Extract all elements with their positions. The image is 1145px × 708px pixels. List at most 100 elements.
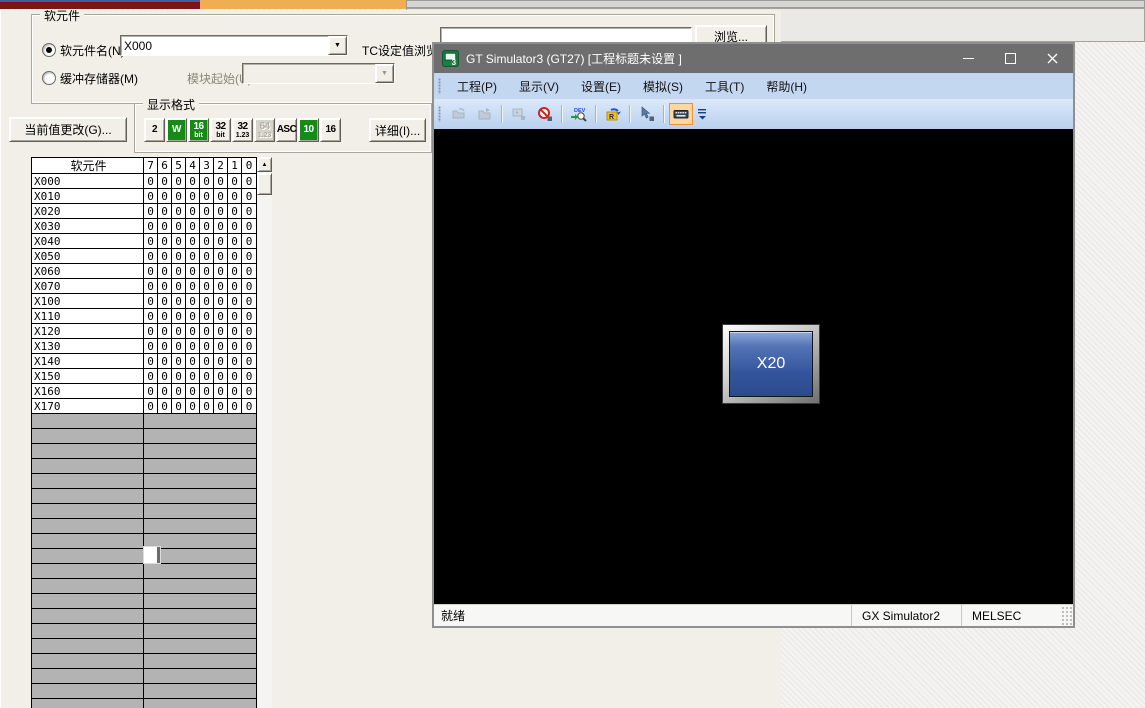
bit-cell[interactable]: 0 xyxy=(186,354,200,369)
bit-cell[interactable]: 0 xyxy=(200,189,214,204)
table-row[interactable]: X140 0 0 0 0 0 0 0 0 xyxy=(32,354,256,369)
scroll-up-button[interactable]: ▲ xyxy=(257,157,272,172)
bit-cell[interactable]: 0 xyxy=(172,234,186,249)
device-name-cell[interactable]: X050 xyxy=(32,249,144,264)
bit-cell[interactable]: 0 xyxy=(214,339,228,354)
hmi-x20-button[interactable]: X20 xyxy=(722,324,820,404)
option-tool-icon[interactable] xyxy=(635,103,659,125)
bit-cell[interactable]: 0 xyxy=(172,399,186,414)
bit-cell[interactable]: 0 xyxy=(242,354,256,369)
bit-cell[interactable]: 0 xyxy=(186,324,200,339)
table-scrollbar[interactable]: ▲ xyxy=(257,157,272,708)
bit-cell[interactable]: 0 xyxy=(186,294,200,309)
bit-cell[interactable]: 0 xyxy=(172,324,186,339)
format-hex-button[interactable]: 16 xyxy=(320,118,341,142)
bit-cell[interactable]: 0 xyxy=(228,264,242,279)
bit-cell[interactable]: 0 xyxy=(172,189,186,204)
table-row[interactable]: X030 0 0 0 0 0 0 0 0 xyxy=(32,219,256,234)
bit-cell[interactable]: 0 xyxy=(144,294,158,309)
bit-cell[interactable]: 0 xyxy=(144,309,158,324)
bit-cell[interactable]: 0 xyxy=(186,174,200,189)
table-row[interactable]: X120 0 0 0 0 0 0 0 0 xyxy=(32,324,256,339)
bit-cell[interactable]: 0 xyxy=(158,294,172,309)
bit-cell[interactable]: 0 xyxy=(228,279,242,294)
bit-cell[interactable]: 0 xyxy=(158,264,172,279)
table-row[interactable]: X040 0 0 0 0 0 0 0 0 xyxy=(32,234,256,249)
bit-cell[interactable]: 0 xyxy=(214,219,228,234)
keyboard-icon[interactable] xyxy=(669,103,693,125)
bit-cell[interactable]: 0 xyxy=(214,294,228,309)
maximize-button[interactable] xyxy=(989,44,1031,73)
bit-cell[interactable]: 0 xyxy=(144,279,158,294)
empty-table-row[interactable] xyxy=(32,594,256,609)
empty-table-row[interactable] xyxy=(32,669,256,684)
bit-cell[interactable]: 0 xyxy=(186,264,200,279)
menu-item[interactable]: 显示(V) xyxy=(508,74,570,99)
bit-cell[interactable]: 0 xyxy=(200,174,214,189)
bit-cell[interactable]: 0 xyxy=(186,189,200,204)
gt-titlebar[interactable]: 3 GT Simulator3 (GT27) [工程标题未设置 ] xyxy=(434,44,1073,73)
empty-table-row[interactable] xyxy=(32,699,256,708)
bit-cell[interactable]: 0 xyxy=(242,249,256,264)
format-ascii-button[interactable]: ASC xyxy=(276,118,297,142)
bit-cell[interactable]: 0 xyxy=(172,249,186,264)
bit-cell[interactable]: 0 xyxy=(186,219,200,234)
bit-cell[interactable]: 0 xyxy=(186,399,200,414)
bit-cell[interactable]: 0 xyxy=(200,339,214,354)
format-word-button[interactable]: W xyxy=(166,118,187,142)
bit-cell[interactable]: 0 xyxy=(172,354,186,369)
bit-cell[interactable]: 0 xyxy=(158,279,172,294)
bit-cell[interactable]: 0 xyxy=(242,189,256,204)
empty-table-row[interactable] xyxy=(32,624,256,639)
bit-cell[interactable]: 0 xyxy=(214,279,228,294)
buffer-memory-radio[interactable] xyxy=(42,71,56,85)
communication-restart-icon[interactable]: R xyxy=(601,103,625,125)
bit-cell[interactable]: 0 xyxy=(158,204,172,219)
bit-cell[interactable]: 0 xyxy=(242,369,256,384)
bit-cell[interactable]: 0 xyxy=(200,204,214,219)
bit-cell[interactable]: 0 xyxy=(158,219,172,234)
empty-table-row[interactable] xyxy=(32,579,256,594)
close-button[interactable] xyxy=(1031,44,1073,73)
empty-table-row[interactable] xyxy=(32,609,256,624)
format-binary-button[interactable]: 2 xyxy=(144,118,165,142)
bit-cell[interactable]: 0 xyxy=(228,234,242,249)
bit-cell[interactable]: 0 xyxy=(228,399,242,414)
bit-cell[interactable]: 0 xyxy=(242,174,256,189)
bit-cell[interactable]: 0 xyxy=(172,219,186,234)
bit-cell[interactable]: 0 xyxy=(228,354,242,369)
table-row[interactable]: X050 0 0 0 0 0 0 0 0 xyxy=(32,249,256,264)
bit-cell[interactable]: 0 xyxy=(186,384,200,399)
bit-cell[interactable]: 0 xyxy=(242,399,256,414)
format-32bit-real-button[interactable]: 321.23 xyxy=(232,118,253,142)
bit-cell[interactable]: 0 xyxy=(186,369,200,384)
bit-cell[interactable]: 0 xyxy=(158,249,172,264)
bit-cell[interactable]: 0 xyxy=(214,309,228,324)
bit-cell[interactable]: 0 xyxy=(144,204,158,219)
bit-cell[interactable]: 0 xyxy=(200,249,214,264)
table-row[interactable]: X170 0 0 0 0 0 0 0 0 xyxy=(32,399,256,414)
bit-cell[interactable]: 0 xyxy=(228,174,242,189)
table-row[interactable]: X100 0 0 0 0 0 0 0 0 xyxy=(32,294,256,309)
bit-cell[interactable]: 0 xyxy=(200,279,214,294)
bit-cell[interactable]: 0 xyxy=(144,384,158,399)
empty-table-row[interactable] xyxy=(32,684,256,699)
bit-cell[interactable]: 0 xyxy=(186,204,200,219)
bit-cell[interactable]: 0 xyxy=(158,324,172,339)
bit-cell[interactable]: 0 xyxy=(144,219,158,234)
bit-cell[interactable]: 0 xyxy=(214,189,228,204)
device-name-cell[interactable]: X160 xyxy=(32,384,144,399)
device-name-cell[interactable]: X020 xyxy=(32,204,144,219)
bit-cell[interactable]: 0 xyxy=(186,279,200,294)
bit-cell[interactable]: 0 xyxy=(158,189,172,204)
device-name-cell[interactable]: X040 xyxy=(32,234,144,249)
device-name-cell[interactable]: X150 xyxy=(32,369,144,384)
bit-cell[interactable]: 0 xyxy=(228,219,242,234)
bit-cell[interactable]: 0 xyxy=(158,309,172,324)
toolbar-overflow-icon[interactable] xyxy=(695,103,709,125)
empty-table-row[interactable] xyxy=(32,489,256,504)
bit-cell[interactable]: 0 xyxy=(200,384,214,399)
bit-cell[interactable]: 0 xyxy=(186,234,200,249)
bit-cell[interactable]: 0 xyxy=(186,249,200,264)
hmi-x20-button-face[interactable]: X20 xyxy=(729,331,813,397)
